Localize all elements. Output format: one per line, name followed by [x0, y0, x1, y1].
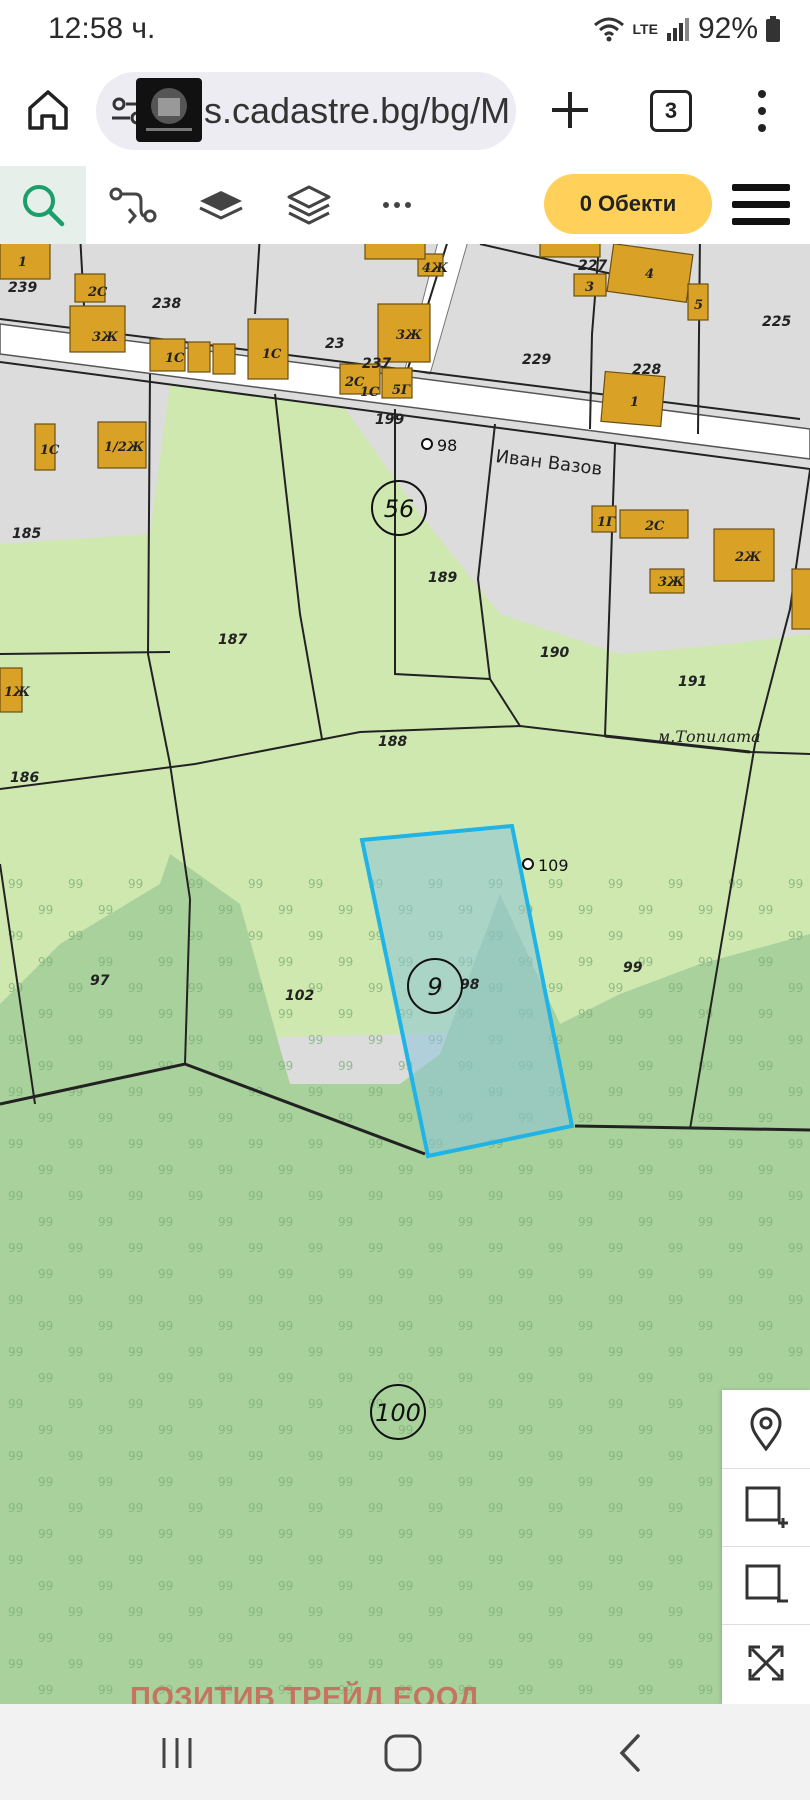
- status-time: 12:58 ч.: [48, 12, 156, 45]
- building-label: 1С: [40, 443, 60, 458]
- building-label: 1Г: [597, 515, 616, 530]
- zoom-in-icon: [745, 1486, 788, 1528]
- home-nav-icon[interactable]: [378, 1728, 428, 1778]
- parcel-number: 97: [90, 973, 110, 989]
- parcel-number: 237: [362, 356, 391, 372]
- parcel-number: 225: [762, 314, 791, 330]
- parcel-number: 238: [152, 296, 181, 312]
- battery-percent: 92%: [697, 12, 758, 45]
- parcel-number: 228: [632, 362, 661, 378]
- status-indicators: LTE 92%: [593, 12, 780, 46]
- search-icon: [23, 185, 65, 227]
- layer-filled-icon: [199, 191, 243, 220]
- objects-button[interactable]: 0 Обекти: [544, 174, 712, 234]
- parcel-number: 185: [12, 526, 41, 542]
- building-label: 4: [645, 267, 654, 282]
- locate-button[interactable]: [722, 1390, 810, 1469]
- new-tab-icon[interactable]: [548, 88, 592, 132]
- zoom-out-button[interactable]: [722, 1546, 810, 1625]
- building-label: 4Ж: [422, 261, 449, 276]
- parcel-number: 191: [678, 674, 707, 690]
- building-label: 3: [585, 280, 594, 295]
- more-menu-icon[interactable]: [750, 86, 774, 136]
- home-icon[interactable]: [24, 86, 72, 134]
- battery-icon: [766, 16, 780, 42]
- cadastral-map[interactable]: 99 99: [0, 244, 810, 1704]
- locality-label: м.Топилата: [657, 727, 761, 746]
- building-label: 1: [630, 395, 639, 410]
- status-bar: 12:58 ч. LTE 92%: [0, 0, 810, 62]
- parcel-number: 102: [285, 988, 314, 1004]
- parcel-number: 186: [10, 770, 39, 786]
- building-label: 3Ж: [396, 328, 423, 343]
- map-controls: [722, 1390, 810, 1704]
- route-icon: [109, 187, 157, 224]
- zoom-in-button[interactable]: [722, 1468, 810, 1547]
- lte-label: LTE: [632, 21, 658, 37]
- parcel-number: 199: [375, 412, 404, 428]
- building-label: 3Ж: [658, 575, 685, 590]
- parcel-number: 23: [325, 336, 344, 352]
- wifi-icon: [593, 17, 624, 42]
- parcel-number: 188: [378, 734, 407, 750]
- parcel-number: 229: [522, 352, 551, 368]
- building-label: 1С: [360, 385, 380, 400]
- browser-bar: s.cadastre.bg/bg/M 3: [0, 62, 810, 167]
- parcel-number: 99: [623, 960, 643, 976]
- point-label: 98: [437, 436, 457, 455]
- layers-icon: [287, 185, 331, 225]
- parcel-number: 239: [8, 280, 37, 296]
- logo-icon: [146, 88, 192, 131]
- parcel-number: 190: [540, 645, 569, 661]
- building-label: 2С: [87, 285, 108, 300]
- building-label: 1С: [262, 347, 282, 362]
- parcel-number: 187: [218, 632, 247, 648]
- building-label: 5Г: [392, 383, 411, 398]
- point-label: 109: [538, 856, 569, 875]
- fullscreen-icon: [748, 1645, 784, 1681]
- parcel-number: 189: [428, 570, 457, 586]
- circled-label: 9: [427, 973, 442, 1001]
- zoom-out-icon: [745, 1564, 788, 1603]
- building-label: 1С: [165, 351, 185, 366]
- route-tool[interactable]: [90, 166, 176, 244]
- hamburger-menu-icon[interactable]: [730, 180, 792, 230]
- signal-icon: [666, 18, 689, 41]
- building-label: 1: [18, 255, 27, 270]
- search-tool[interactable]: [0, 166, 86, 244]
- basemap-tool[interactable]: [178, 166, 264, 244]
- map-pin-icon: [750, 1407, 782, 1451]
- fit-extent-button[interactable]: [722, 1624, 810, 1702]
- building-label: 2С: [644, 519, 665, 534]
- circled-label: 100: [375, 1399, 421, 1427]
- parcel-number: 227: [578, 258, 607, 274]
- app-toolbar: 0 Обекти: [0, 166, 810, 245]
- ellipsis-icon: [383, 202, 411, 208]
- building-label: 1Ж: [4, 685, 31, 700]
- circled-label: 56: [384, 495, 415, 523]
- building-label: 5: [694, 298, 703, 313]
- site-logo-overlay: [136, 78, 202, 142]
- recent-apps-icon[interactable]: [152, 1728, 202, 1778]
- building-label: 1/2Ж: [104, 440, 145, 455]
- map-canvas[interactable]: 99 99: [0, 244, 810, 1704]
- more-tools[interactable]: [354, 166, 440, 244]
- building-label: 3Ж: [92, 330, 119, 345]
- system-nav-bar: [0, 1704, 810, 1800]
- address-bar[interactable]: s.cadastre.bg/bg/M: [96, 72, 516, 150]
- url-text: s.cadastre.bg/bg/M: [204, 90, 511, 131]
- tab-switcher-button[interactable]: 3: [650, 90, 692, 132]
- layers-tool[interactable]: [266, 166, 352, 244]
- back-icon[interactable]: [606, 1728, 656, 1778]
- building-label: 2Ж: [734, 550, 762, 565]
